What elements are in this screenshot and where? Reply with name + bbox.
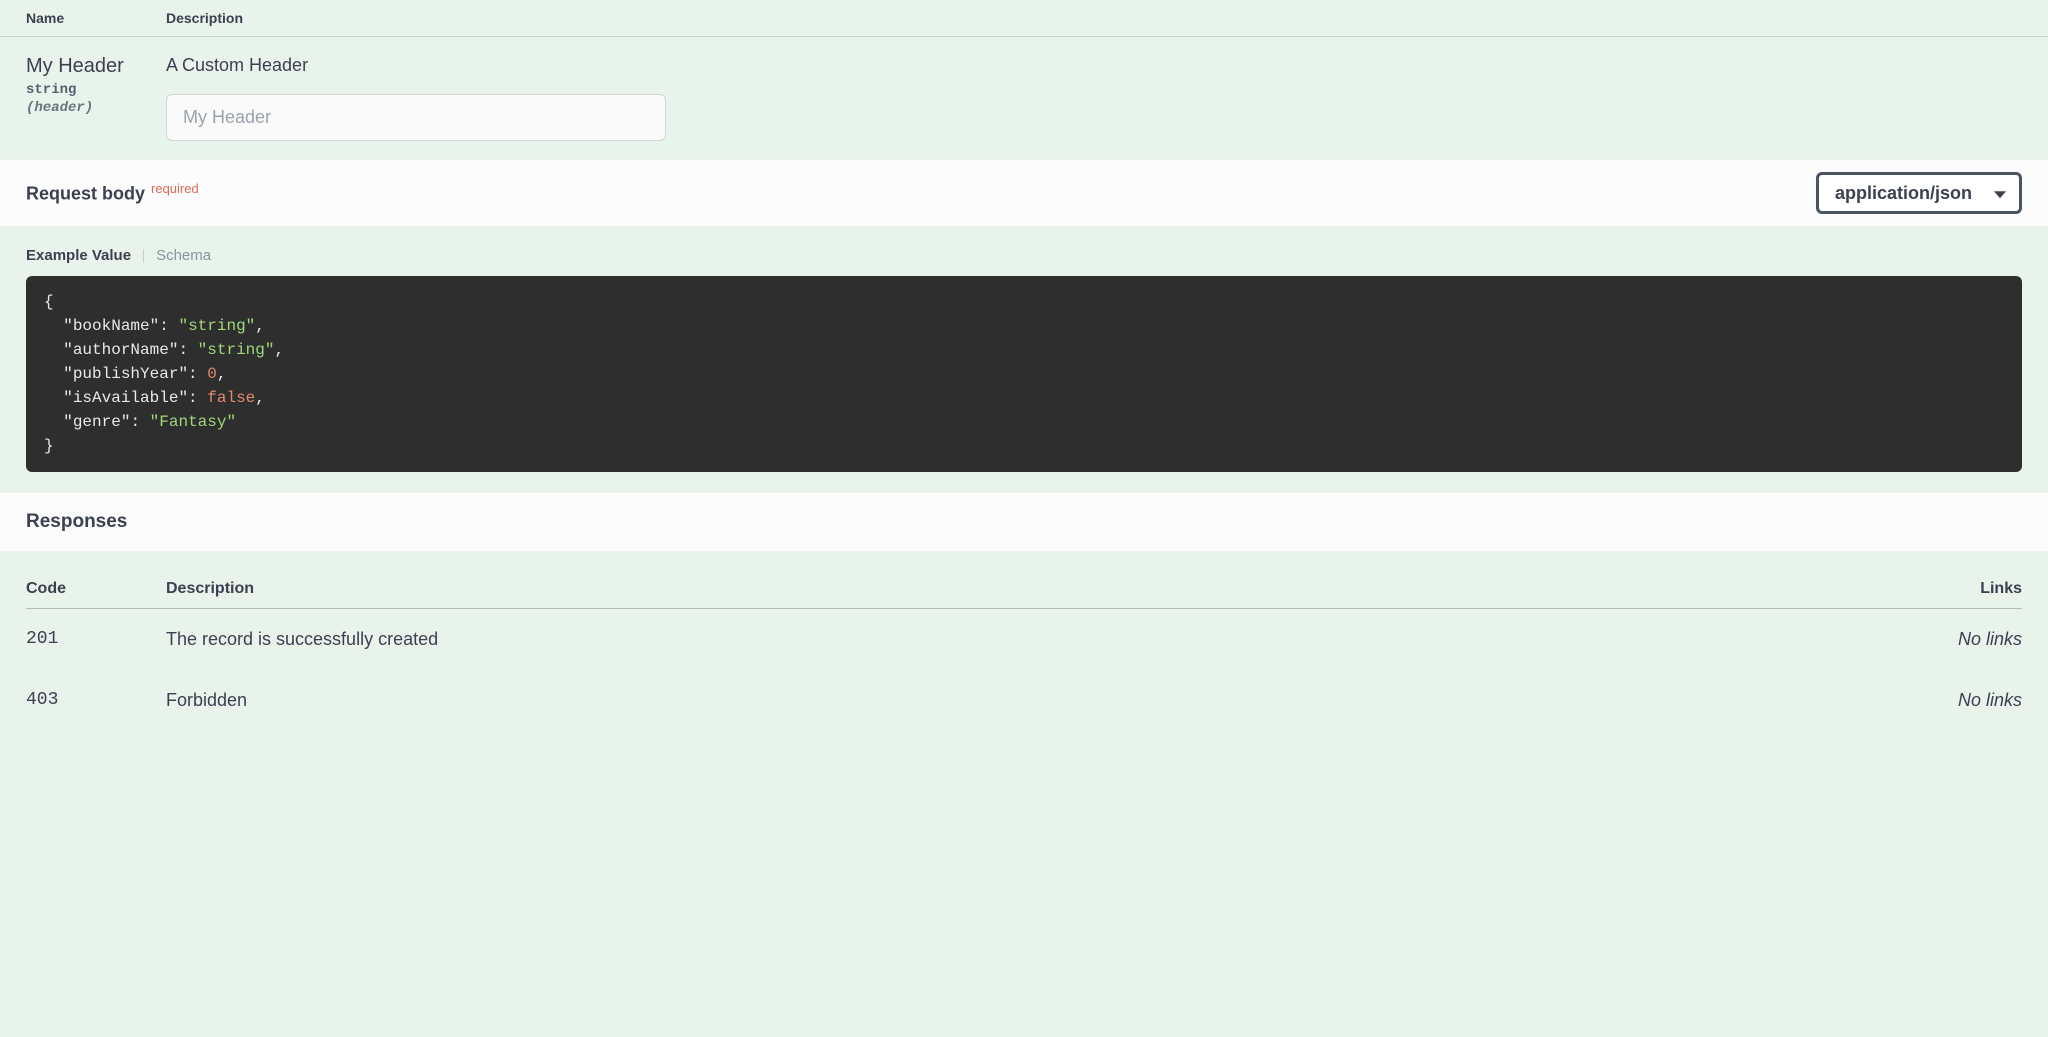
parameter-input[interactable] <box>166 94 666 141</box>
json-val-publishyear: 0 <box>207 365 217 383</box>
responses-col-description: Description <box>166 570 1922 609</box>
column-description-header: Description <box>166 10 2022 26</box>
example-code-block[interactable]: { "bookName": "string", "authorName": "s… <box>26 276 2022 472</box>
json-key-bookname: bookName <box>73 317 150 335</box>
required-tag: required <box>151 181 199 196</box>
responses-col-links: Links <box>1922 570 2022 609</box>
response-description: The record is successfully created <box>166 609 1922 671</box>
response-code: 403 <box>26 670 166 731</box>
responses-col-code: Code <box>26 570 166 609</box>
body-tabs: Example Value Schema <box>26 247 2022 264</box>
json-val-bookname: string <box>188 317 246 335</box>
parameter-name: My Header <box>26 55 166 78</box>
response-code: 201 <box>26 609 166 671</box>
parameter-description-cell: A Custom Header <box>166 55 2022 141</box>
json-val-isavailable: false <box>207 389 255 407</box>
request-body-section: Example Value Schema { "bookName": "stri… <box>0 227 2048 492</box>
parameter-name-cell: My Header string (header) <box>26 55 166 141</box>
json-key-isavailable: isAvailable <box>73 389 179 407</box>
parameter-in: (header) <box>26 100 166 116</box>
request-body-label: Request body <box>26 184 145 204</box>
table-row: 201 The record is successfully created N… <box>26 609 2022 671</box>
response-description: Forbidden <box>166 670 1922 731</box>
parameter-row: My Header string (header) A Custom Heade… <box>0 37 2048 159</box>
column-name-header: Name <box>26 10 166 26</box>
json-key-publishyear: publishYear <box>73 365 179 383</box>
response-links: No links <box>1922 670 2022 731</box>
json-key-authorname: authorName <box>73 341 169 359</box>
responses-heading: Responses <box>0 492 2048 552</box>
json-val-genre: Fantasy <box>159 413 226 431</box>
json-key-genre: genre <box>73 413 121 431</box>
tab-divider <box>143 249 144 263</box>
parameter-type: string <box>26 82 166 98</box>
response-links: No links <box>1922 609 2022 671</box>
parameters-header: Name Description <box>0 0 2048 37</box>
content-type-select-wrapper: application/json <box>1816 172 2022 214</box>
table-row: 403 Forbidden No links <box>26 670 2022 731</box>
request-body-label-wrap: Request body required <box>26 181 199 204</box>
responses-header-row: Code Description Links <box>26 570 2022 609</box>
tab-example-value[interactable]: Example Value <box>26 247 131 264</box>
responses-table: Code Description Links 201 The record is… <box>26 570 2022 731</box>
tab-schema[interactable]: Schema <box>156 247 211 264</box>
parameter-description: A Custom Header <box>166 55 2022 76</box>
json-val-authorname: string <box>207 341 265 359</box>
content-type-select[interactable]: application/json <box>1816 172 2022 214</box>
request-body-bar: Request body required application/json <box>0 159 2048 227</box>
